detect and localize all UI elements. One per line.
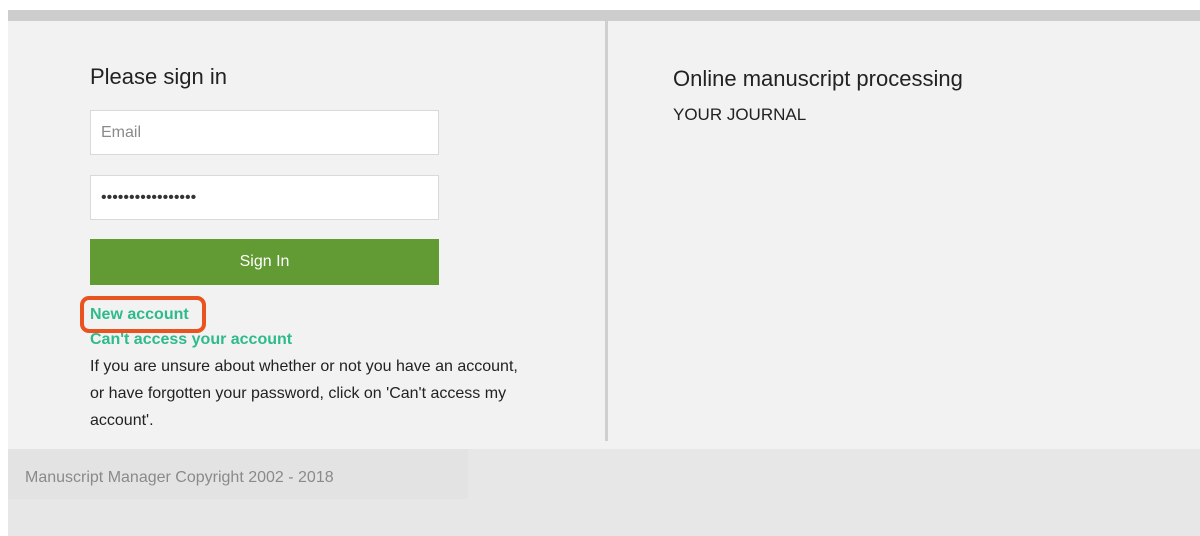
journal-name: YOUR JOURNAL	[673, 105, 807, 124]
column-divider	[605, 21, 608, 441]
email-field[interactable]	[90, 110, 439, 155]
login-page: Please sign in Sign In New account Can't…	[0, 0, 1200, 536]
top-strip	[8, 10, 1200, 21]
cant-access-link[interactable]: Can't access your account	[90, 331, 292, 349]
signin-title: Please sign in	[90, 64, 227, 89]
help-text: If you are unsure about whether or not y…	[90, 358, 518, 429]
copyright-text: Manuscript Manager Copyright 2002 - 2018	[25, 469, 334, 486]
new-account-link[interactable]: New account	[90, 306, 189, 324]
info-title: Online manuscript processing	[673, 66, 963, 91]
password-field[interactable]	[90, 175, 439, 220]
signin-button[interactable]: Sign In	[90, 239, 439, 285]
